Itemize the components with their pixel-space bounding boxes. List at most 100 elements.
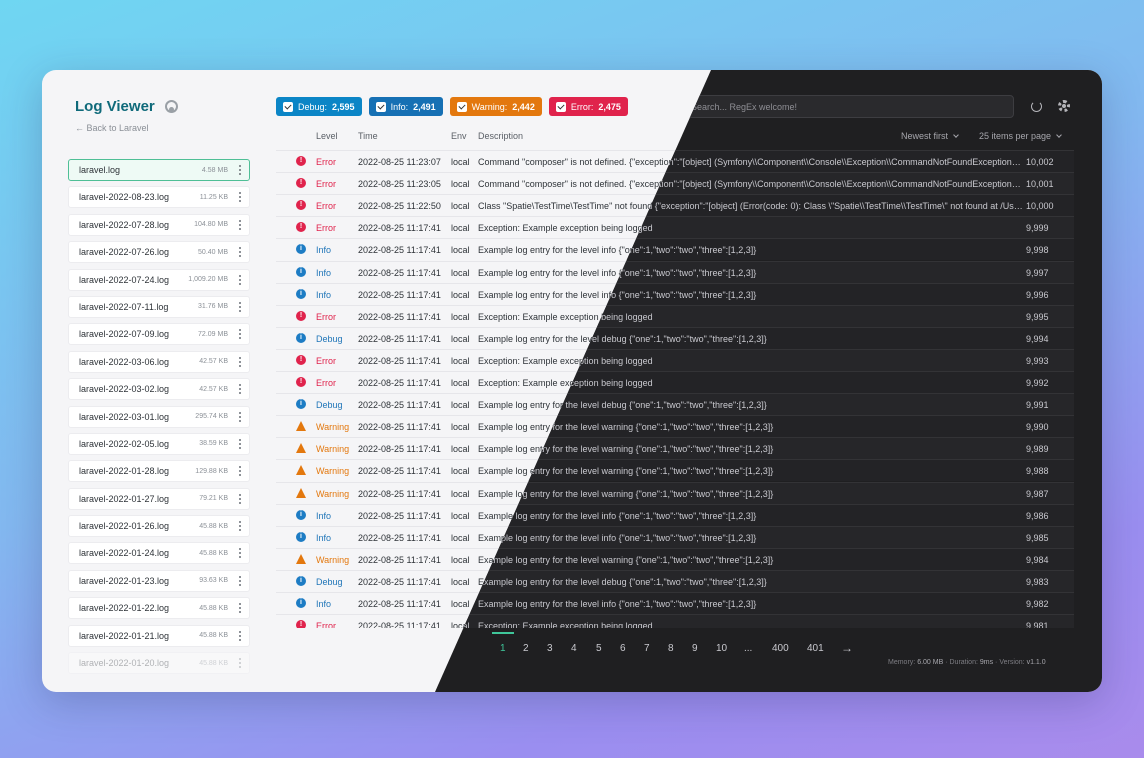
cell-time: 2022-08-25 11:17:41 bbox=[358, 422, 441, 433]
file-item[interactable]: laravel-2022-07-11.log 31.76 MB bbox=[68, 295, 250, 318]
kebab-menu-icon[interactable] bbox=[237, 329, 243, 340]
cell-index: 9,989 bbox=[1026, 444, 1049, 455]
cell-env: local bbox=[451, 400, 470, 411]
file-size: 4.58 MB bbox=[201, 166, 228, 174]
filter-badge-info[interactable]: Info: 2,491 bbox=[368, 97, 443, 116]
cell-level: Info bbox=[316, 267, 332, 278]
file-item[interactable]: laravel-2022-08-23.log 11.25 KB bbox=[68, 186, 250, 209]
cell-index: 9,990 bbox=[1026, 422, 1049, 433]
header-description[interactable]: Description bbox=[478, 131, 523, 141]
duration-label: Duration: bbox=[949, 659, 978, 666]
filter-badge-error[interactable]: Error: 2,475 bbox=[548, 97, 628, 116]
badge-count: 2,442 bbox=[512, 101, 535, 112]
kebab-menu-icon[interactable] bbox=[237, 219, 243, 230]
file-item[interactable]: laravel-2022-01-21.log 45.88 KB bbox=[68, 624, 250, 647]
file-item[interactable]: laravel-2022-03-06.log 42.57 KB bbox=[68, 350, 250, 373]
kebab-menu-icon[interactable] bbox=[237, 493, 243, 504]
kebab-menu-icon[interactable] bbox=[237, 658, 243, 669]
file-item[interactable]: laravel-2022-01-24.log 45.88 KB bbox=[68, 542, 250, 565]
kebab-menu-icon[interactable] bbox=[237, 466, 243, 477]
refresh-icon[interactable] bbox=[1031, 101, 1042, 112]
file-item[interactable]: laravel-2022-03-02.log 42.57 KB bbox=[68, 378, 250, 401]
cell-index: 10,000 bbox=[1026, 201, 1054, 212]
gear-icon[interactable] bbox=[1058, 100, 1070, 112]
brand: Log Viewer bbox=[75, 98, 178, 115]
file-item[interactable]: laravel-2022-01-23.log 93.63 KB bbox=[68, 569, 250, 592]
kebab-menu-icon[interactable] bbox=[237, 630, 243, 641]
kebab-menu-icon[interactable] bbox=[237, 521, 243, 532]
page-link[interactable]: 9 bbox=[692, 643, 698, 654]
file-size: 45.88 KB bbox=[199, 632, 228, 640]
file-item[interactable]: laravel-2022-01-28.log 129.88 KB bbox=[68, 460, 250, 483]
page-link[interactable]: ... bbox=[744, 643, 752, 654]
cell-level: Info bbox=[316, 510, 332, 521]
file-item[interactable]: laravel-2022-07-28.log 104.80 MB bbox=[68, 213, 250, 236]
file-item[interactable]: laravel.log 4.58 MB bbox=[68, 159, 250, 181]
info-icon: i bbox=[296, 509, 306, 520]
cell-index: 9,996 bbox=[1026, 289, 1049, 300]
sort-select[interactable]: Newest first bbox=[901, 131, 959, 141]
file-size: 45.88 KB bbox=[199, 522, 228, 530]
file-item[interactable]: laravel-2022-01-27.log 79.21 KB bbox=[68, 487, 250, 510]
page-link[interactable]: 5 bbox=[596, 643, 602, 654]
sort-label: Newest first bbox=[901, 131, 949, 141]
error-icon: ! bbox=[296, 156, 306, 166]
cell-time: 2022-08-25 11:17:41 bbox=[358, 576, 441, 587]
chevron-down-icon bbox=[953, 132, 959, 138]
kebab-menu-icon[interactable] bbox=[237, 438, 243, 449]
badge-count: 2,491 bbox=[413, 101, 436, 112]
filter-badge-debug[interactable]: Debug: 2,595 bbox=[276, 97, 362, 116]
cell-env: local bbox=[451, 333, 470, 344]
kebab-menu-icon[interactable] bbox=[237, 356, 243, 367]
header-time[interactable]: Time bbox=[358, 131, 378, 141]
next-page-arrow-icon[interactable]: → bbox=[841, 641, 853, 655]
page-link[interactable]: 10 bbox=[716, 643, 727, 654]
info-icon: i bbox=[296, 288, 306, 299]
per-page-select[interactable]: 25 items per page bbox=[979, 131, 1062, 141]
header-level[interactable]: Level bbox=[316, 131, 338, 141]
github-icon[interactable] bbox=[164, 100, 178, 113]
kebab-menu-icon[interactable] bbox=[237, 411, 243, 422]
filter-badge-warning[interactable]: Warning: 2,442 bbox=[449, 97, 542, 116]
page-link[interactable]: 2 bbox=[523, 643, 529, 654]
kebab-menu-icon[interactable] bbox=[237, 603, 243, 614]
page-link[interactable]: 4 bbox=[571, 643, 577, 654]
cell-index: 9,995 bbox=[1026, 311, 1049, 322]
file-item[interactable]: laravel-2022-03-01.log 295.74 KB bbox=[68, 405, 250, 428]
page-link[interactable]: 6 bbox=[620, 643, 626, 654]
kebab-menu-icon[interactable] bbox=[237, 548, 243, 559]
kebab-menu-icon[interactable] bbox=[237, 247, 243, 258]
page-link[interactable]: 7 bbox=[644, 643, 650, 654]
kebab-menu-icon[interactable] bbox=[237, 192, 243, 203]
file-item[interactable]: laravel-2022-02-05.log 38.59 KB bbox=[68, 432, 250, 455]
kebab-menu-icon[interactable] bbox=[237, 575, 243, 586]
cell-index: 9,993 bbox=[1026, 355, 1049, 366]
kebab-menu-icon[interactable] bbox=[237, 384, 243, 395]
cell-index: 9,997 bbox=[1026, 267, 1049, 278]
page-link[interactable]: 400 bbox=[772, 643, 789, 654]
warning-icon: i bbox=[296, 465, 306, 476]
error-icon: ! bbox=[296, 178, 306, 189]
kebab-menu-icon[interactable] bbox=[237, 274, 243, 285]
kebab-menu-icon[interactable] bbox=[237, 165, 243, 175]
page-link[interactable]: 8 bbox=[668, 643, 674, 654]
file-item[interactable]: laravel-2022-01-20.log 45.88 KB bbox=[68, 652, 250, 675]
file-item[interactable]: laravel-2022-07-09.log 72.09 MB bbox=[68, 323, 250, 346]
page-link[interactable]: 401 bbox=[807, 643, 824, 654]
search-input[interactable] bbox=[682, 95, 1014, 118]
file-item[interactable]: laravel-2022-01-22.log 45.88 KB bbox=[68, 597, 250, 620]
page-link[interactable]: 3 bbox=[547, 643, 553, 654]
cell-index: 9,988 bbox=[1026, 466, 1049, 477]
header-env[interactable]: Env bbox=[451, 131, 467, 141]
cell-description: Example log entry for the level info {"o… bbox=[478, 532, 757, 543]
cell-env: local bbox=[451, 466, 470, 477]
file-name: laravel.log bbox=[79, 165, 121, 175]
file-item[interactable]: laravel-2022-07-26.log 50.40 MB bbox=[68, 241, 250, 264]
file-item[interactable]: laravel-2022-07-24.log 1,009.20 MB bbox=[68, 268, 250, 291]
cell-time: 2022-08-25 11:22:50 bbox=[358, 201, 441, 212]
file-size: 38.59 KB bbox=[199, 440, 228, 448]
kebab-menu-icon[interactable] bbox=[237, 301, 243, 312]
file-item[interactable]: laravel-2022-01-26.log 45.88 KB bbox=[68, 515, 250, 538]
back-to-laravel-link[interactable]: ← Back to Laravel bbox=[75, 123, 149, 133]
page-link[interactable]: 1 bbox=[492, 632, 513, 654]
